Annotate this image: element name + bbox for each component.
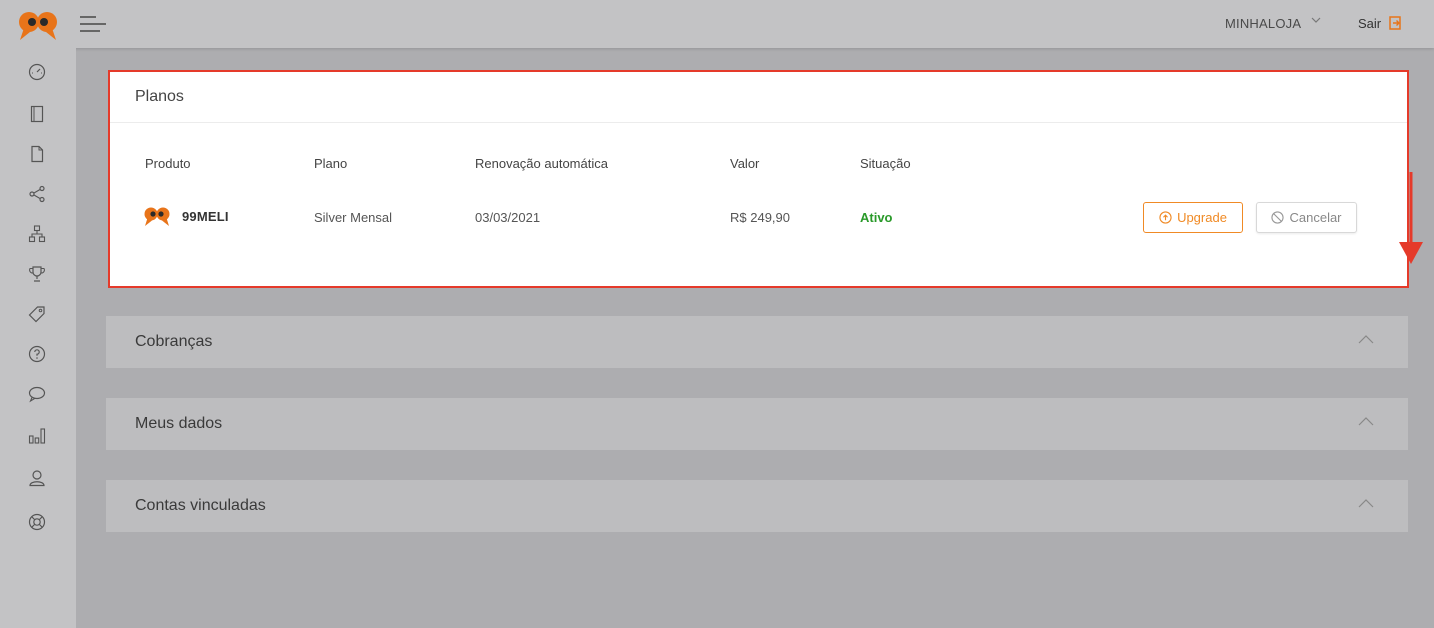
tag-icon[interactable]	[27, 304, 47, 324]
document-icon[interactable]	[27, 144, 47, 164]
notebook-icon[interactable]	[27, 104, 47, 124]
logout-link[interactable]: Sair	[1358, 16, 1381, 31]
plans-card: Planos Produto Plano Renovação automátic…	[108, 70, 1423, 288]
chevron-down-icon[interactable]	[1310, 14, 1322, 26]
upgrade-label: Upgrade	[1177, 210, 1227, 225]
trophy-icon[interactable]	[27, 264, 47, 284]
help-icon[interactable]	[27, 344, 47, 364]
annotation-arrow-icon	[1399, 172, 1423, 264]
logout-icon[interactable]	[1387, 15, 1403, 31]
product-logo-icon	[144, 207, 170, 226]
column-header-plano: Plano	[314, 156, 348, 171]
sidebar	[0, 48, 76, 628]
column-header-valor: Valor	[730, 156, 760, 171]
cancel-label: Cancelar	[1289, 210, 1342, 225]
renewal-date: 03/03/2021	[475, 210, 541, 225]
panel-contas-vinculadas[interactable]: Contas vinculadas	[106, 480, 1408, 532]
plans-title: Planos	[135, 88, 184, 105]
upgrade-button[interactable]: Upgrade	[1143, 202, 1243, 233]
cancel-button[interactable]: Cancelar	[1256, 202, 1357, 233]
column-header-renovacao: Renovação automática	[475, 156, 608, 171]
panel-cobrancas[interactable]: Cobranças	[106, 316, 1408, 368]
arrow-up-circle-icon	[1159, 211, 1172, 224]
bar-chart-icon[interactable]	[27, 426, 47, 446]
panel-title: Contas vinculadas	[135, 497, 266, 514]
chevron-up-icon[interactable]	[1358, 498, 1374, 508]
product-name: 99MELI	[182, 209, 229, 224]
panel-title: Cobranças	[135, 333, 213, 350]
menu-toggle-icon[interactable]	[80, 14, 106, 34]
ban-icon	[1271, 211, 1285, 224]
status-badge: Ativo	[860, 210, 893, 225]
chat-icon[interactable]	[27, 384, 47, 404]
chevron-up-icon[interactable]	[1358, 334, 1374, 344]
panel-meus-dados[interactable]: Meus dados	[106, 398, 1408, 450]
column-header-situacao: Situação	[860, 156, 911, 171]
sitemap-icon[interactable]	[27, 224, 47, 244]
plan-name: Silver Mensal	[314, 210, 393, 225]
share-icon[interactable]	[27, 184, 47, 204]
panel-title: Meus dados	[135, 415, 223, 432]
user-icon[interactable]	[27, 468, 47, 488]
brand-logo[interactable]	[18, 10, 60, 42]
plan-value: R$ 249,90	[730, 210, 790, 225]
support-icon[interactable]	[27, 512, 47, 532]
top-bar: MINHALOJA Sair	[0, 0, 1434, 48]
chevron-up-icon[interactable]	[1358, 416, 1374, 426]
divider	[110, 122, 1407, 123]
store-selector[interactable]: MINHALOJA	[1225, 16, 1301, 31]
dashboard-icon[interactable]	[27, 62, 47, 82]
column-header-produto: Produto	[145, 156, 191, 171]
